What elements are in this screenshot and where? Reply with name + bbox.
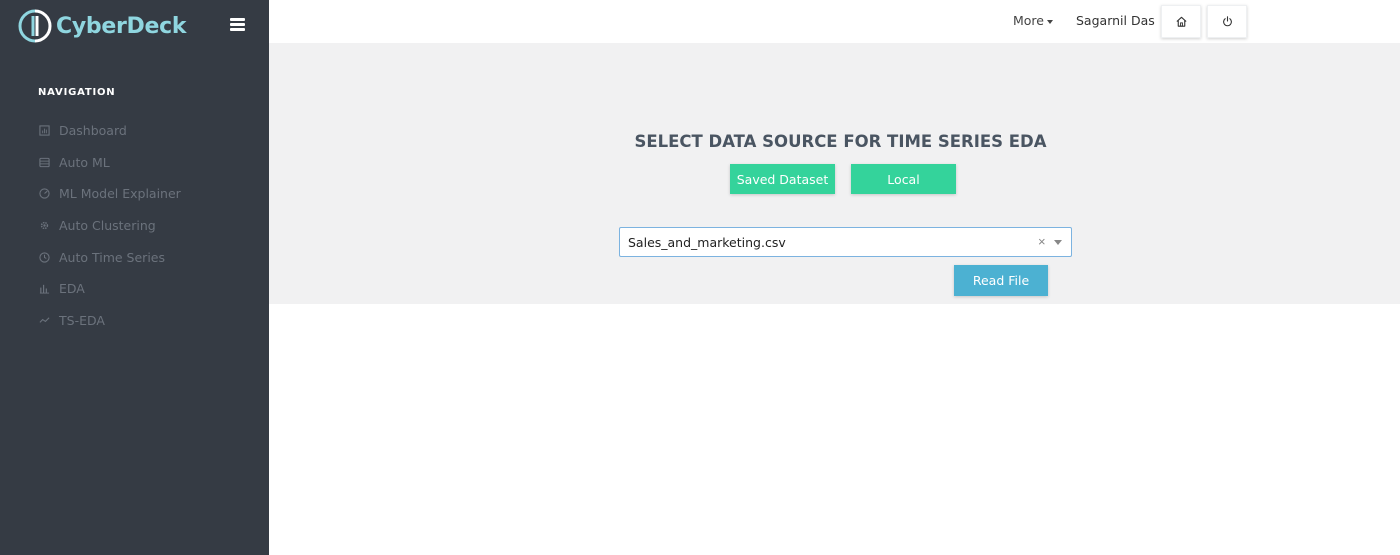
page-title: SELECT DATA SOURCE FOR TIME SERIES EDA (634, 132, 1047, 151)
brand[interactable]: CyberDeck (18, 6, 186, 46)
line-chart-icon (38, 314, 50, 326)
sidebar-item-dashboard[interactable]: Dashboard (38, 115, 181, 147)
chevron-down-icon[interactable] (1054, 240, 1062, 245)
sidebar-item-eda[interactable]: EDA (38, 273, 181, 305)
file-select[interactable]: Sales_and_marketing.csv × (619, 227, 1072, 257)
dashboard-icon (38, 125, 50, 137)
nav-list: Dashboard Auto ML ML Model Explainer Aut… (38, 115, 181, 336)
database-icon (38, 156, 50, 168)
sidebar-item-label: ML Model Explainer (59, 186, 181, 202)
sidebar-item-label: Auto Clustering (59, 218, 156, 234)
gauge-icon (38, 188, 50, 200)
home-icon (1175, 16, 1187, 27)
clock-icon (38, 251, 50, 263)
power-icon (1222, 16, 1232, 27)
sidebar-item-auto-time-series[interactable]: Auto Time Series (38, 241, 181, 273)
caret-down-icon (1047, 19, 1053, 24)
sidebar-item-auto-clustering[interactable]: Auto Clustering (38, 210, 181, 242)
read-file-button[interactable]: Read File (954, 265, 1048, 296)
sidebar-item-label: Auto Time Series (59, 249, 165, 265)
nav-section-title: NAVIGATION (38, 87, 116, 98)
home-button[interactable] (1161, 5, 1201, 38)
sidebar-item-label: Dashboard (59, 123, 127, 139)
more-dropdown[interactable]: More (1013, 13, 1053, 28)
sidebar: CyberDeck NAVIGATION Dashboard Auto ML M… (0, 0, 269, 555)
hamburger-menu-icon[interactable] (230, 18, 245, 31)
power-button[interactable] (1207, 5, 1247, 38)
sidebar-item-auto-ml[interactable]: Auto ML (38, 147, 181, 179)
data-source-panel: SELECT DATA SOURCE FOR TIME SERIES EDA S… (269, 43, 1400, 304)
brand-name: CyberDeck (56, 13, 187, 39)
sidebar-item-label: Auto ML (59, 154, 110, 170)
sidebar-item-ts-eda[interactable]: TS-EDA (38, 305, 181, 337)
more-label: More (1013, 13, 1044, 28)
user-name[interactable]: Sagarnil Das (1076, 13, 1155, 28)
local-button[interactable]: Local (851, 164, 956, 194)
gear-icon (38, 220, 50, 232)
topbar: More Sagarnil Das (269, 0, 1400, 43)
sidebar-item-ml-model-explainer[interactable]: ML Model Explainer (38, 178, 181, 210)
sidebar-item-label: TS-EDA (59, 312, 105, 328)
sidebar-item-label: EDA (59, 281, 85, 297)
saved-dataset-button[interactable]: Saved Dataset (730, 164, 835, 194)
clear-icon[interactable]: × (1038, 234, 1046, 249)
file-select-value: Sales_and_marketing.csv (628, 235, 786, 250)
bar-chart-icon (38, 283, 50, 295)
cyberdeck-logo-icon (18, 9, 52, 43)
